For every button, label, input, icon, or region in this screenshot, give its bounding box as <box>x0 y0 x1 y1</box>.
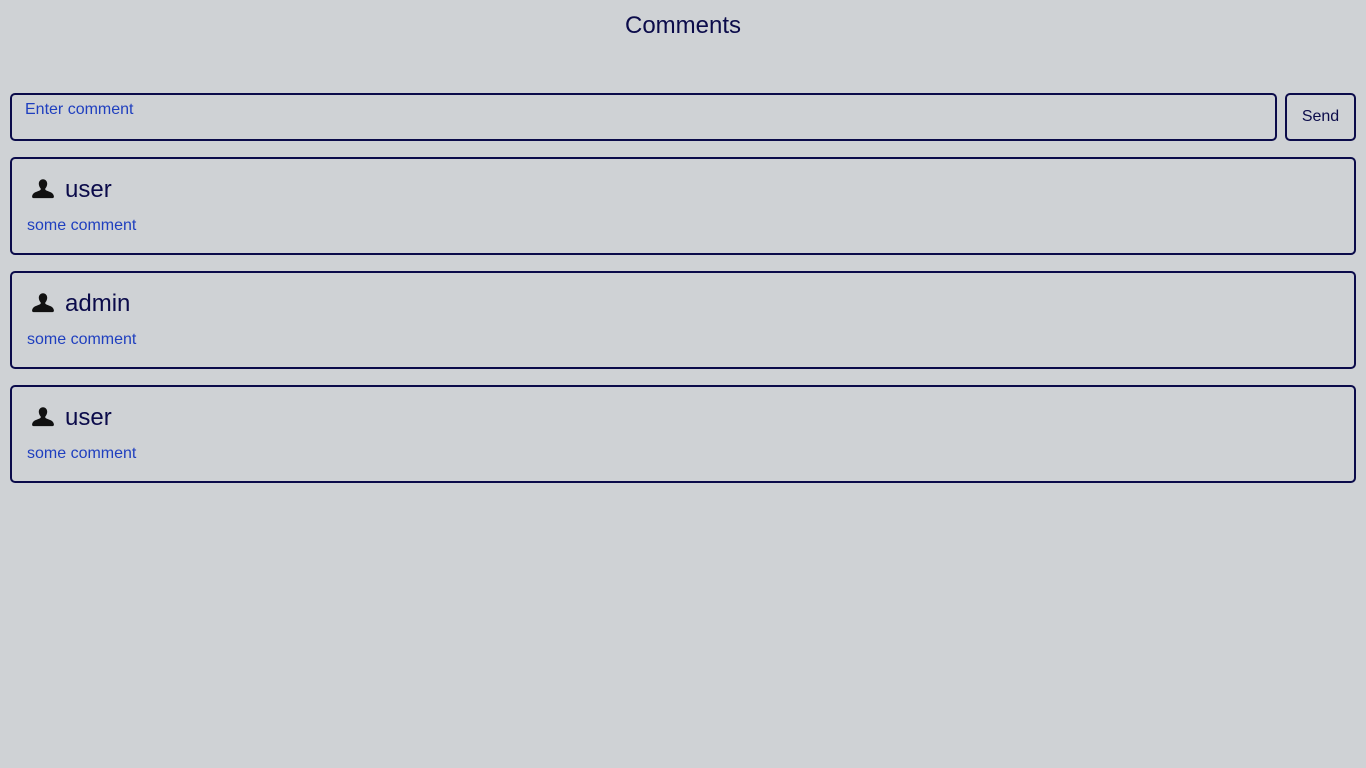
comment-input[interactable] <box>10 93 1277 141</box>
comment-header: user <box>27 402 1339 434</box>
user-icon <box>29 176 57 204</box>
comment-author: admin <box>65 290 131 317</box>
comment-card: admin some comment <box>10 271 1356 369</box>
comments-page: Comments Send user some comment <box>0 0 1366 768</box>
comment-author: user <box>65 404 112 431</box>
comment-list: user some comment admin some comment use… <box>10 157 1356 499</box>
user-icon <box>29 290 57 318</box>
comment-composer: Send <box>10 93 1356 141</box>
user-icon <box>29 404 57 432</box>
comment-header: admin <box>27 288 1339 320</box>
comment-card: user some comment <box>10 385 1356 483</box>
comment-text: some comment <box>27 445 137 462</box>
comment-header: user <box>27 174 1339 206</box>
send-button[interactable]: Send <box>1285 93 1356 141</box>
page-title: Comments <box>624 12 742 39</box>
comment-author: user <box>65 176 112 203</box>
comment-text: some comment <box>27 331 137 348</box>
comment-card: user some comment <box>10 157 1356 255</box>
comment-text: some comment <box>27 217 137 234</box>
